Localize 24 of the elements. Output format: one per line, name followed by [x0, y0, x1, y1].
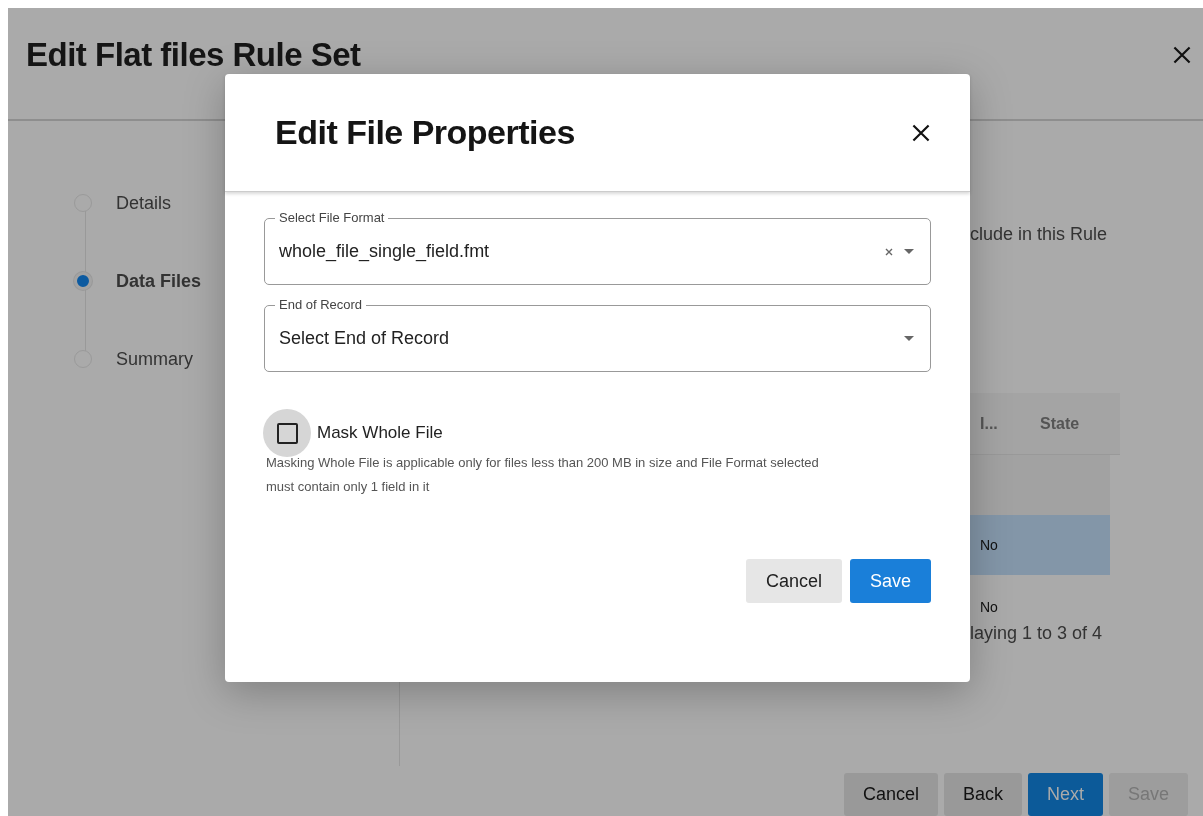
- wizard-button[interactable]: Cancel: [843, 773, 938, 816]
- dialog-title: Edit File Properties: [275, 113, 575, 152]
- cancel-button[interactable]: Cancel: [745, 559, 842, 603]
- step-label[interactable]: Summary: [116, 348, 193, 370]
- step-label[interactable]: Data Files: [116, 270, 202, 292]
- table-row[interactable]: No: [970, 515, 1110, 575]
- wizard-button[interactable]: Next: [1027, 773, 1103, 816]
- table-cell-text: No: [979, 537, 998, 553]
- table-cell-text: No: [979, 599, 998, 615]
- intro-text: clude in this Rule: [970, 224, 1109, 246]
- pagination-text: laying 1 to 3 of 4: [970, 623, 1104, 644]
- save-button[interactable]: Save: [849, 559, 931, 603]
- checkbox[interactable]: [263, 409, 311, 457]
- step-label[interactable]: Details: [116, 192, 172, 214]
- clear-icon[interactable]: [884, 246, 894, 257]
- caret-icon[interactable]: [904, 249, 914, 254]
- wizard-button[interactable]: Back: [943, 773, 1022, 816]
- column-header[interactable]: I...: [970, 414, 1020, 433]
- help-text: Masking Whole File is applicable only for files less than 200 MB in size and File Format selected must contain only 1 field in it: [265, 454, 820, 496]
- page-title: Edit Flat files Rule Set: [26, 35, 361, 74]
- column-header[interactable]: State: [1020, 414, 1080, 433]
- caret-icon[interactable]: [904, 336, 914, 341]
- checkbox-label[interactable]: Mask Whole File: [317, 423, 443, 443]
- table-row[interactable]: No: [970, 575, 1110, 615]
